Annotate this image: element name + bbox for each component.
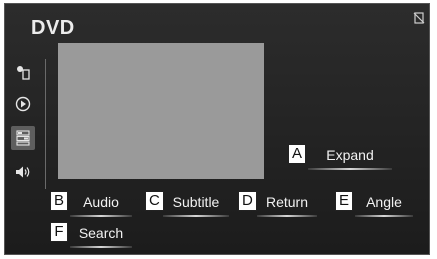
search-underline bbox=[70, 246, 132, 248]
video-display-area[interactable] bbox=[58, 43, 264, 179]
settings-icon bbox=[17, 66, 30, 80]
sidebar-item-play[interactable] bbox=[11, 92, 35, 116]
no-disc-icon bbox=[413, 12, 425, 24]
angle-button[interactable]: Angle bbox=[355, 187, 413, 217]
angle-underline bbox=[355, 215, 413, 217]
page-title: DVD bbox=[31, 17, 75, 39]
angle-label: Angle bbox=[366, 194, 402, 210]
callout-f: F bbox=[50, 222, 68, 242]
sidebar-item-settings[interactable] bbox=[11, 60, 35, 84]
subtitle-underline bbox=[163, 215, 229, 217]
return-underline bbox=[257, 215, 317, 217]
subtitle-label: Subtitle bbox=[172, 194, 220, 210]
subtitle-button[interactable]: Subtitle bbox=[163, 187, 229, 217]
audio-label: Audio bbox=[83, 194, 119, 210]
audio-underline bbox=[70, 215, 132, 217]
callout-a: A bbox=[288, 144, 307, 164]
return-label: Return bbox=[265, 194, 309, 210]
expand-underline bbox=[308, 168, 392, 170]
callout-b: B bbox=[50, 191, 69, 211]
callout-e: E bbox=[335, 191, 354, 211]
sidebar-item-options[interactable] bbox=[11, 126, 35, 150]
callout-c: C bbox=[145, 191, 164, 211]
return-button[interactable]: Return bbox=[257, 187, 317, 217]
play-icon bbox=[15, 96, 31, 112]
audio-button[interactable]: Audio bbox=[70, 187, 132, 217]
expand-button[interactable]: Expand bbox=[308, 140, 392, 170]
speaker-icon bbox=[16, 166, 30, 178]
callout-d: D bbox=[238, 191, 257, 211]
expand-label: Expand bbox=[326, 147, 374, 163]
sidebar bbox=[5, 52, 45, 192]
search-label: Search bbox=[78, 225, 124, 241]
dvd-screen: DVD A Expand B Audio C Subtitle D Return… bbox=[4, 3, 430, 255]
search-button[interactable]: Search bbox=[70, 218, 132, 248]
sidebar-divider bbox=[45, 59, 46, 189]
sidebar-item-sound[interactable] bbox=[11, 160, 35, 184]
options-icon bbox=[16, 130, 30, 146]
